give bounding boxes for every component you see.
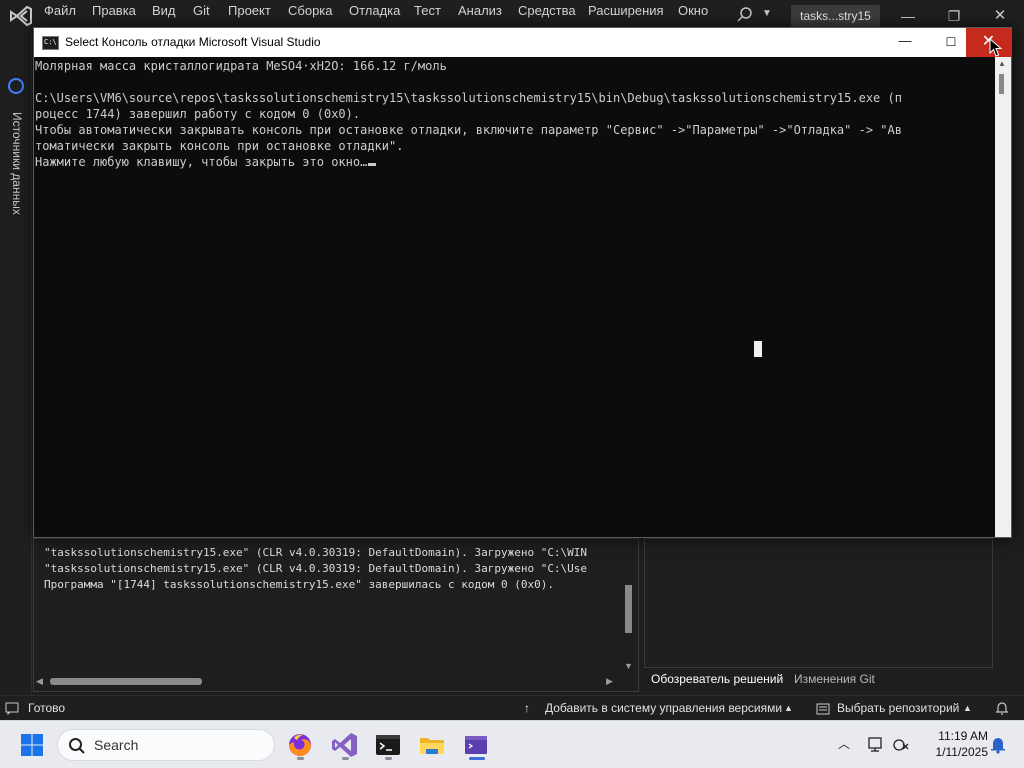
running-indicator <box>297 757 304 760</box>
taskbar-search-box[interactable]: Search <box>57 729 275 761</box>
windows-taskbar: Search ︿ 11:19 AM 1/11/2025 <box>0 720 1024 768</box>
data-sources-label: Источники данных <box>10 112 24 215</box>
console-vertical-scrollbar[interactable]: ▲ <box>995 57 1011 537</box>
menu-window[interactable]: Окно <box>678 3 708 18</box>
console-icon-text: C:\ <box>44 38 57 46</box>
menu-project[interactable]: Проект <box>228 3 271 18</box>
taskbar-file-explorer[interactable] <box>416 729 448 761</box>
scroll-thumb[interactable] <box>50 678 202 685</box>
console-line: роцесс 1744) завершил работу с кодом 0 (… <box>35 107 361 121</box>
menu-git[interactable]: Git <box>193 3 210 18</box>
output-pane: "taskssolutionschemistry15.exe" (CLR v4.… <box>33 538 639 692</box>
folder-icon <box>420 738 444 754</box>
taskbar-firefox[interactable] <box>284 729 316 761</box>
output-line: "taskssolutionschemistry15.exe" (CLR v4.… <box>44 562 588 575</box>
solution-explorer-pane <box>644 538 993 668</box>
vs-status-bar: Готово ↑ Добавить в систему управления в… <box>0 695 1024 720</box>
caret-up-icon[interactable]: ▲ <box>784 703 793 713</box>
menu-extensions[interactable]: Расширения <box>588 3 664 18</box>
repository-icon[interactable] <box>816 702 830 715</box>
output-horizontal-scrollbar[interactable]: ◀ ▶ <box>36 674 616 688</box>
console-line: томатически закрыть консоль при остановк… <box>35 139 404 153</box>
solution-name-tab[interactable]: tasks...stry15 <box>791 5 880 27</box>
search-icon[interactable] <box>736 6 754 24</box>
network-icon[interactable] <box>892 736 910 754</box>
select-repository[interactable]: Выбрать репозиторий <box>837 701 959 715</box>
windows-start-icon[interactable] <box>20 733 44 757</box>
output-line: "taskssolutionschemistry15.exe" (CLR v4.… <box>44 546 588 559</box>
console-line: Чтобы автоматически закрывать консоль пр… <box>35 123 902 137</box>
bell-icon[interactable] <box>995 701 1009 716</box>
menu-file[interactable]: Файл <box>44 3 76 18</box>
add-to-source-control[interactable]: Добавить в систему управления версиями <box>545 701 782 715</box>
console-app-icon: C:\ <box>42 36 59 50</box>
scroll-thumb[interactable] <box>999 74 1004 94</box>
up-arrow-icon[interactable]: ↑ <box>524 701 530 715</box>
output-vertical-scrollbar[interactable]: ▼ <box>620 545 636 673</box>
mouse-pointer-icon <box>989 38 1003 57</box>
vs-left-toolstrip: Источники данных <box>0 32 32 695</box>
search-placeholder: Search <box>94 737 139 753</box>
console-line-prompt: Нажмите любую клавишу, чтобы закрыть это… <box>35 154 993 170</box>
device-icon[interactable] <box>866 736 884 754</box>
minimize-icon[interactable]: — <box>898 6 918 26</box>
running-indicator <box>342 757 349 760</box>
restore-icon[interactable]: ❐ <box>944 6 964 26</box>
data-sources-tab[interactable]: Источники данных <box>2 112 30 222</box>
menu-test[interactable]: Тест <box>414 3 441 18</box>
console-minimize-button[interactable]: — <box>882 28 928 57</box>
active-indicator <box>469 757 485 760</box>
console-output-area[interactable]: Молярная масса кристаллогидрата MeSO4·xH… <box>34 57 995 537</box>
visual-studio-logo-icon[interactable] <box>8 4 34 28</box>
chevron-up-icon[interactable]: ︿ <box>838 735 850 752</box>
taskbar-clock[interactable]: 11:19 AM 1/11/2025 <box>918 728 989 760</box>
scroll-up-icon[interactable]: ▲ <box>998 59 1006 68</box>
output-line: Программа "[1744] taskssolutionschemistr… <box>44 578 554 591</box>
chevron-down-icon[interactable]: ▼ <box>762 8 772 19</box>
notification-bell-icon[interactable] <box>990 736 1006 754</box>
caret-up-icon[interactable]: ▲ <box>963 703 972 713</box>
search-icon <box>69 738 85 754</box>
close-icon[interactable]: ✕ <box>990 6 1010 26</box>
menu-tools[interactable]: Средства <box>518 3 576 18</box>
tab-solution-explorer[interactable]: Обозреватель решений <box>651 672 783 686</box>
live-share-icon[interactable] <box>8 78 24 94</box>
scroll-thumb[interactable] <box>625 585 632 633</box>
console-window-title: Select Консоль отладки Microsoft Visual … <box>65 35 321 49</box>
clock-date: 1/11/2025 <box>935 745 989 759</box>
taskbar-terminal[interactable] <box>372 729 404 761</box>
clock-time: 11:19 AM <box>938 729 988 743</box>
menu-view[interactable]: Вид <box>152 3 176 18</box>
menu-edit[interactable]: Правка <box>92 3 136 18</box>
debug-console-window[interactable]: C:\ Select Консоль отладки Microsoft Vis… <box>33 27 1012 538</box>
block-cursor <box>754 341 762 357</box>
taskbar-console-debug[interactable] <box>460 729 492 761</box>
scroll-down-icon[interactable]: ▼ <box>624 661 633 671</box>
notification-output-icon[interactable] <box>5 702 19 715</box>
screen: Файл Правка Вид Git Проект Сборка Отладк… <box>0 0 1024 768</box>
running-indicator <box>385 757 392 760</box>
console-line: Молярная масса кристаллогидрата MeSO4·xH… <box>35 59 447 73</box>
scroll-right-icon[interactable]: ▶ <box>606 676 613 687</box>
text-cursor <box>368 163 377 166</box>
taskbar-visual-studio[interactable] <box>329 729 361 761</box>
menu-debug[interactable]: Отладка <box>349 3 400 18</box>
status-ready: Готово <box>28 701 66 715</box>
console-line: C:\Users\VM6\source\repos\taskssolutions… <box>35 91 902 105</box>
menu-build[interactable]: Сборка <box>288 3 333 18</box>
tab-git-changes[interactable]: Изменения Git <box>794 672 875 686</box>
solution-tabs: Обозреватель решений Изменения Git <box>644 668 993 692</box>
console-line: Нажмите любую клавишу, чтобы закрыть это… <box>35 155 368 169</box>
scroll-left-icon[interactable]: ◀ <box>36 676 43 687</box>
menu-analyze[interactable]: Анализ <box>458 3 502 18</box>
console-title-bar[interactable]: C:\ Select Консоль отладки Microsoft Vis… <box>34 28 1011 57</box>
